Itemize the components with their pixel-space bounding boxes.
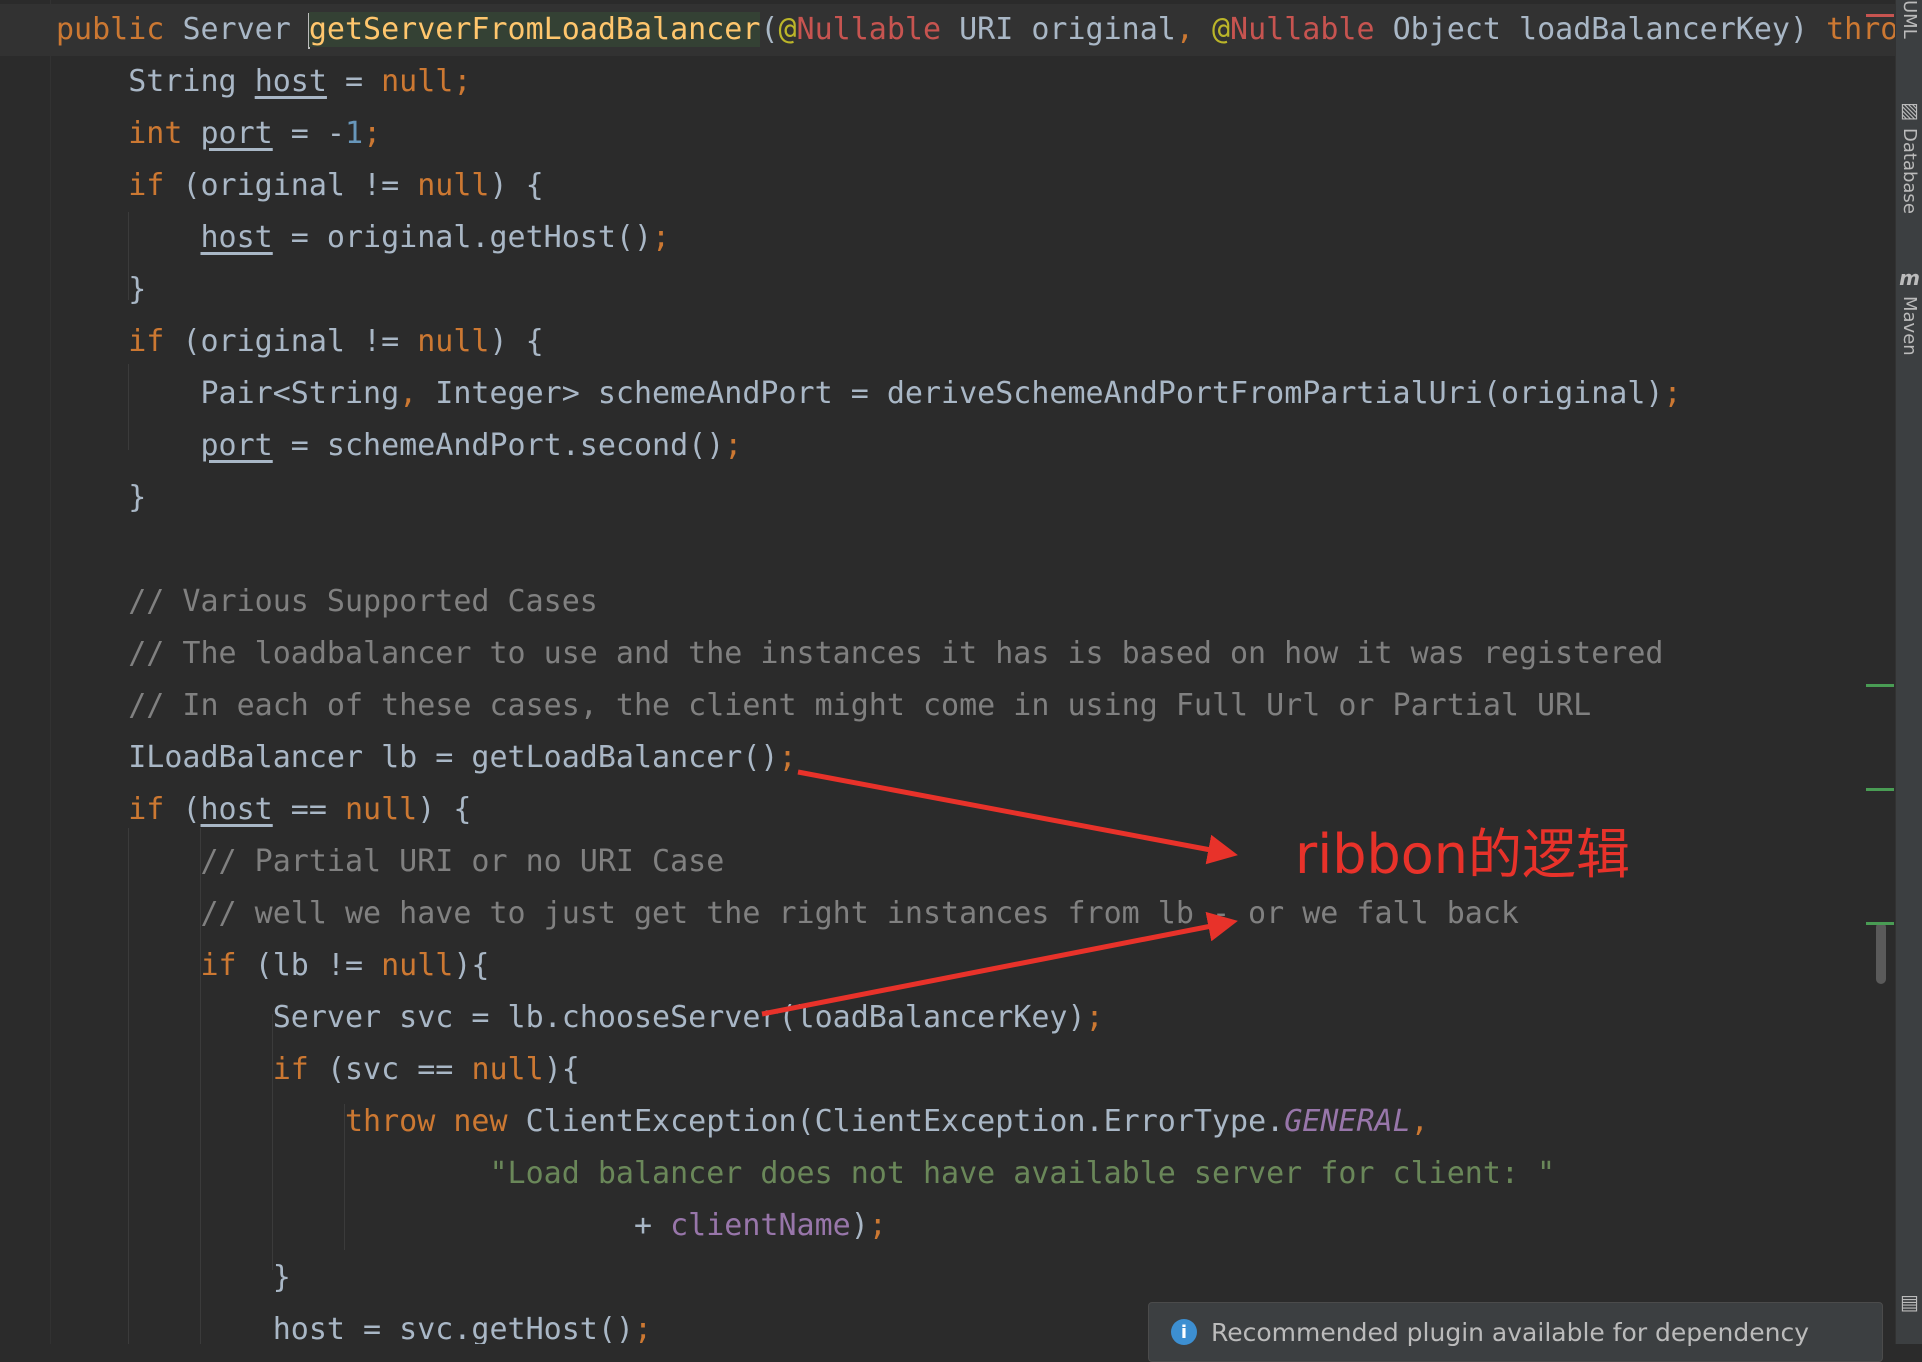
notification-text: Recommended plugin available for depende… [1211,1317,1810,1347]
annotation-arrow [761,911,1238,1017]
annotation-arrow [797,769,1238,865]
annotation-label: ribbon的逻辑 [1295,823,1631,886]
info-icon: i [1171,1319,1197,1345]
annotation-arrows [761,769,1238,1017]
plugin-notification[interactable]: i Recommended plugin available for depen… [1148,1302,1883,1362]
